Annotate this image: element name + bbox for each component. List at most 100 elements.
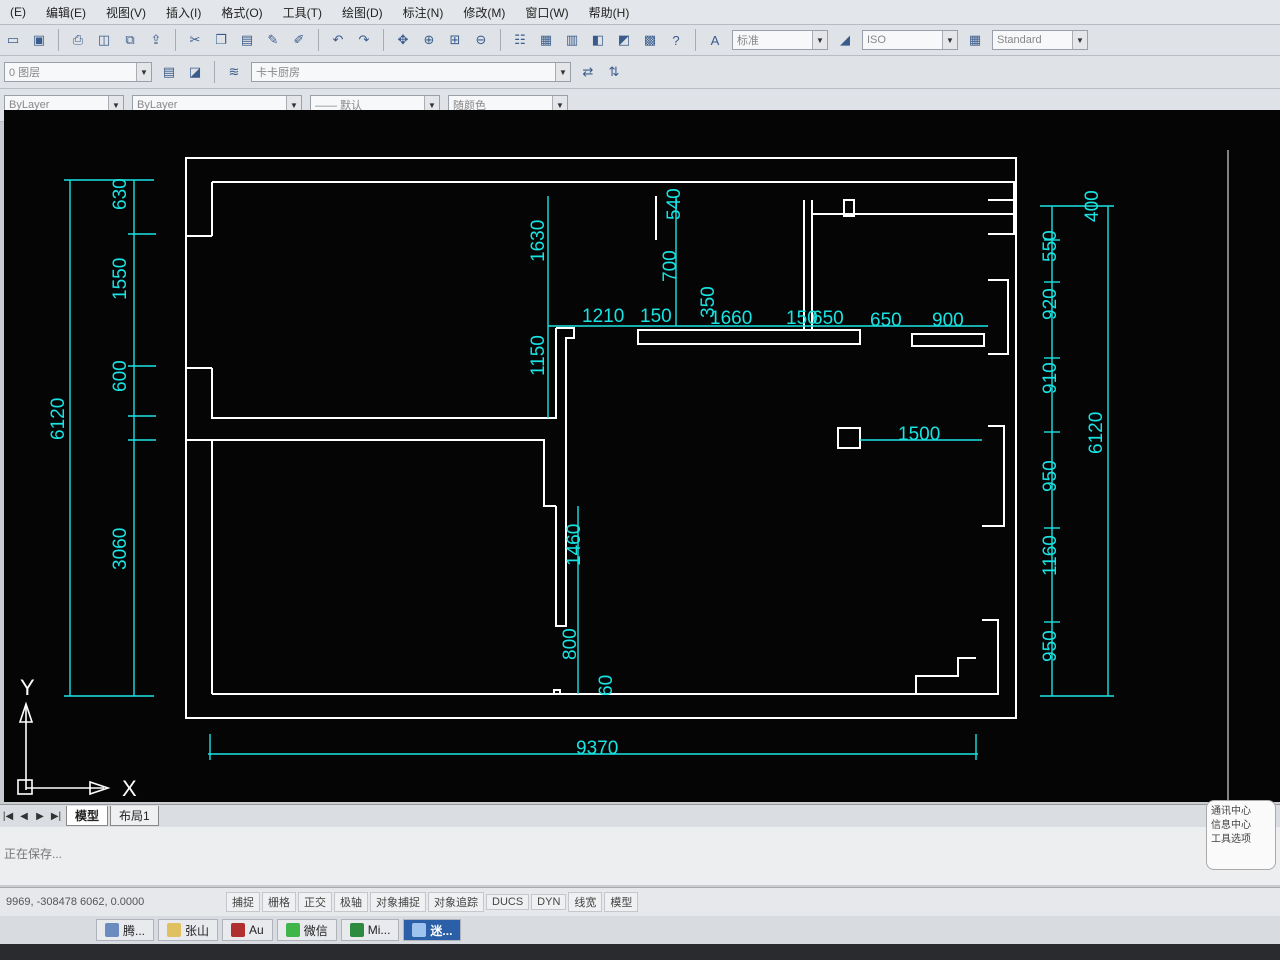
dimension-label: 150 bbox=[640, 306, 672, 327]
layer-state-select[interactable]: 卡卡厨房 ▼ bbox=[251, 62, 571, 82]
taskbar-item[interactable]: 腾... bbox=[96, 919, 155, 941]
menu-item[interactable]: 视图(V) bbox=[96, 4, 156, 21]
taskbar-item[interactable]: 张山 bbox=[158, 919, 219, 941]
taskbar-item-active[interactable]: 迷... bbox=[403, 919, 462, 941]
prev-tab-icon[interactable]: ◀ bbox=[16, 811, 32, 822]
menu-item[interactable]: 插入(I) bbox=[156, 4, 211, 21]
chevron-down-icon[interactable]: ▼ bbox=[136, 63, 151, 81]
menu-item[interactable]: (E) bbox=[0, 5, 36, 19]
excel-icon bbox=[349, 923, 364, 937]
model-toggle[interactable]: 模型 bbox=[604, 892, 639, 912]
taskbar-item[interactable]: 微信 bbox=[276, 919, 337, 941]
menu-item[interactable]: 工具(T) bbox=[273, 4, 332, 21]
menu-item[interactable]: 标注(N) bbox=[393, 4, 454, 21]
layer-stack-icon[interactable]: ≋ bbox=[223, 61, 245, 83]
table-style-icon[interactable]: ▦ bbox=[964, 29, 986, 51]
menu-item[interactable]: 绘图(D) bbox=[332, 4, 393, 21]
text-style-select[interactable]: 标准 ▼ bbox=[732, 30, 828, 50]
design-center-icon[interactable]: ▦ bbox=[535, 29, 557, 51]
command-line[interactable]: 正在保存... bbox=[0, 827, 1280, 885]
layer-isolate-icon[interactable]: ⇅ bbox=[603, 61, 625, 83]
save-icon[interactable]: ▣ bbox=[28, 29, 50, 51]
info-center-balloon[interactable]: 通讯中心 信息中心 工具选项 bbox=[1206, 800, 1276, 870]
ortho-toggle[interactable]: 正交 bbox=[298, 892, 332, 912]
app-icon bbox=[105, 923, 119, 937]
chevron-down-icon[interactable]: ▼ bbox=[812, 31, 827, 49]
corridor-wall bbox=[555, 327, 575, 627]
properties-icon[interactable]: ☷ bbox=[509, 29, 531, 51]
folder-icon bbox=[167, 923, 182, 937]
walls bbox=[185, 157, 1017, 719]
dimension-label: 950 bbox=[1040, 460, 1061, 492]
dimension-label: 1660 bbox=[710, 308, 752, 329]
chevron-down-icon[interactable]: ▼ bbox=[1072, 31, 1087, 49]
tab-layout1[interactable]: 布局1 bbox=[110, 806, 159, 826]
wall-piece bbox=[988, 199, 1015, 235]
block-editor-icon[interactable]: ✐ bbox=[288, 29, 310, 51]
taskbar-item[interactable]: Mi... bbox=[340, 919, 400, 941]
polar-toggle[interactable]: 极轴 bbox=[334, 892, 368, 912]
taskbar-item[interactable]: Au bbox=[222, 919, 273, 941]
inner-wall-top bbox=[212, 181, 1015, 200]
make-current-icon[interactable]: ⇄ bbox=[577, 61, 599, 83]
menu-item[interactable]: 帮助(H) bbox=[579, 4, 640, 21]
pan-icon[interactable]: ✥ bbox=[392, 29, 414, 51]
menu-item[interactable]: 修改(M) bbox=[453, 4, 515, 21]
menu-item[interactable]: 格式(O) bbox=[211, 4, 272, 21]
stair bbox=[915, 657, 976, 694]
dimension-label: 920 bbox=[1040, 288, 1061, 320]
paste-icon[interactable]: ▤ bbox=[236, 29, 258, 51]
new-file-icon[interactable]: ▭ bbox=[2, 29, 24, 51]
chevron-down-icon[interactable]: ▼ bbox=[555, 63, 570, 81]
print-icon[interactable]: ⎙ bbox=[67, 29, 89, 51]
help-icon[interactable]: ? bbox=[665, 29, 687, 51]
chevron-down-icon[interactable]: ▼ bbox=[942, 31, 957, 49]
zoom-previous-icon[interactable]: ⊖ bbox=[470, 29, 492, 51]
sheet-set-icon[interactable]: ◧ bbox=[587, 29, 609, 51]
last-tab-icon[interactable]: ▶| bbox=[48, 811, 64, 822]
publish-icon[interactable]: ⧉ bbox=[119, 29, 141, 51]
cut-icon[interactable]: ✂ bbox=[184, 29, 206, 51]
dimension-label: 6120 bbox=[1086, 412, 1107, 454]
counter bbox=[637, 329, 861, 345]
layer-previous-icon[interactable]: ◪ bbox=[184, 61, 206, 83]
plot-preview-icon[interactable]: ◫ bbox=[93, 29, 115, 51]
redo-icon[interactable]: ↷ bbox=[353, 29, 375, 51]
dimension-label: 400 bbox=[1082, 190, 1103, 222]
layer-select[interactable]: 0 图层 ▼ bbox=[4, 62, 152, 82]
lineweight-toggle[interactable]: 线宽 bbox=[568, 892, 603, 912]
dim-style-icon[interactable]: ◢ bbox=[834, 29, 856, 51]
dyn-toggle[interactable]: DYN bbox=[531, 894, 567, 910]
etransmit-icon[interactable]: ⇪ bbox=[145, 29, 167, 51]
zoom-window-icon[interactable]: ⊞ bbox=[444, 29, 466, 51]
copy-icon[interactable]: ❐ bbox=[210, 29, 232, 51]
ucs-y-label: Y bbox=[20, 675, 35, 700]
markup-icon[interactable]: ◩ bbox=[613, 29, 635, 51]
grid-toggle[interactable]: 栅格 bbox=[262, 892, 296, 912]
command-history: 正在保存... bbox=[4, 847, 63, 861]
first-tab-icon[interactable]: |◀ bbox=[0, 811, 16, 822]
toolbar-separator bbox=[383, 29, 384, 51]
toolbar-separator bbox=[175, 29, 176, 51]
drawing-canvas[interactable]: 630 1550 600 3060 6120 400 550 920 910 950 1160 950… bbox=[4, 110, 1280, 802]
tool-palettes-icon[interactable]: ▥ bbox=[561, 29, 583, 51]
tab-model[interactable]: 模型 bbox=[66, 806, 109, 826]
menu-item[interactable]: 编辑(E) bbox=[36, 4, 96, 21]
layer-manager-icon[interactable]: ▤ bbox=[158, 61, 180, 83]
dimension-label: 1160 bbox=[1040, 535, 1061, 576]
table-style-select[interactable]: Standard ▼ bbox=[992, 30, 1088, 50]
match-properties-icon[interactable]: ✎ bbox=[262, 29, 284, 51]
text-style-icon[interactable]: A bbox=[704, 29, 726, 51]
next-tab-icon[interactable]: ▶ bbox=[32, 811, 48, 822]
dimension-label: 1460 bbox=[564, 524, 585, 566]
otrack-toggle[interactable]: 对象追踪 bbox=[428, 892, 484, 912]
dimension-label: 540 bbox=[664, 188, 685, 220]
osnap-toggle[interactable]: 对象捕捉 bbox=[370, 892, 426, 912]
menu-item[interactable]: 窗口(W) bbox=[515, 4, 578, 21]
calculator-icon[interactable]: ▩ bbox=[639, 29, 661, 51]
undo-icon[interactable]: ↶ bbox=[327, 29, 349, 51]
snap-toggle[interactable]: 捕捉 bbox=[226, 892, 260, 912]
zoom-realtime-icon[interactable]: ⊕ bbox=[418, 29, 440, 51]
dim-style-select[interactable]: ISO ▼ bbox=[862, 30, 958, 50]
ducs-toggle[interactable]: DUCS bbox=[486, 894, 530, 910]
